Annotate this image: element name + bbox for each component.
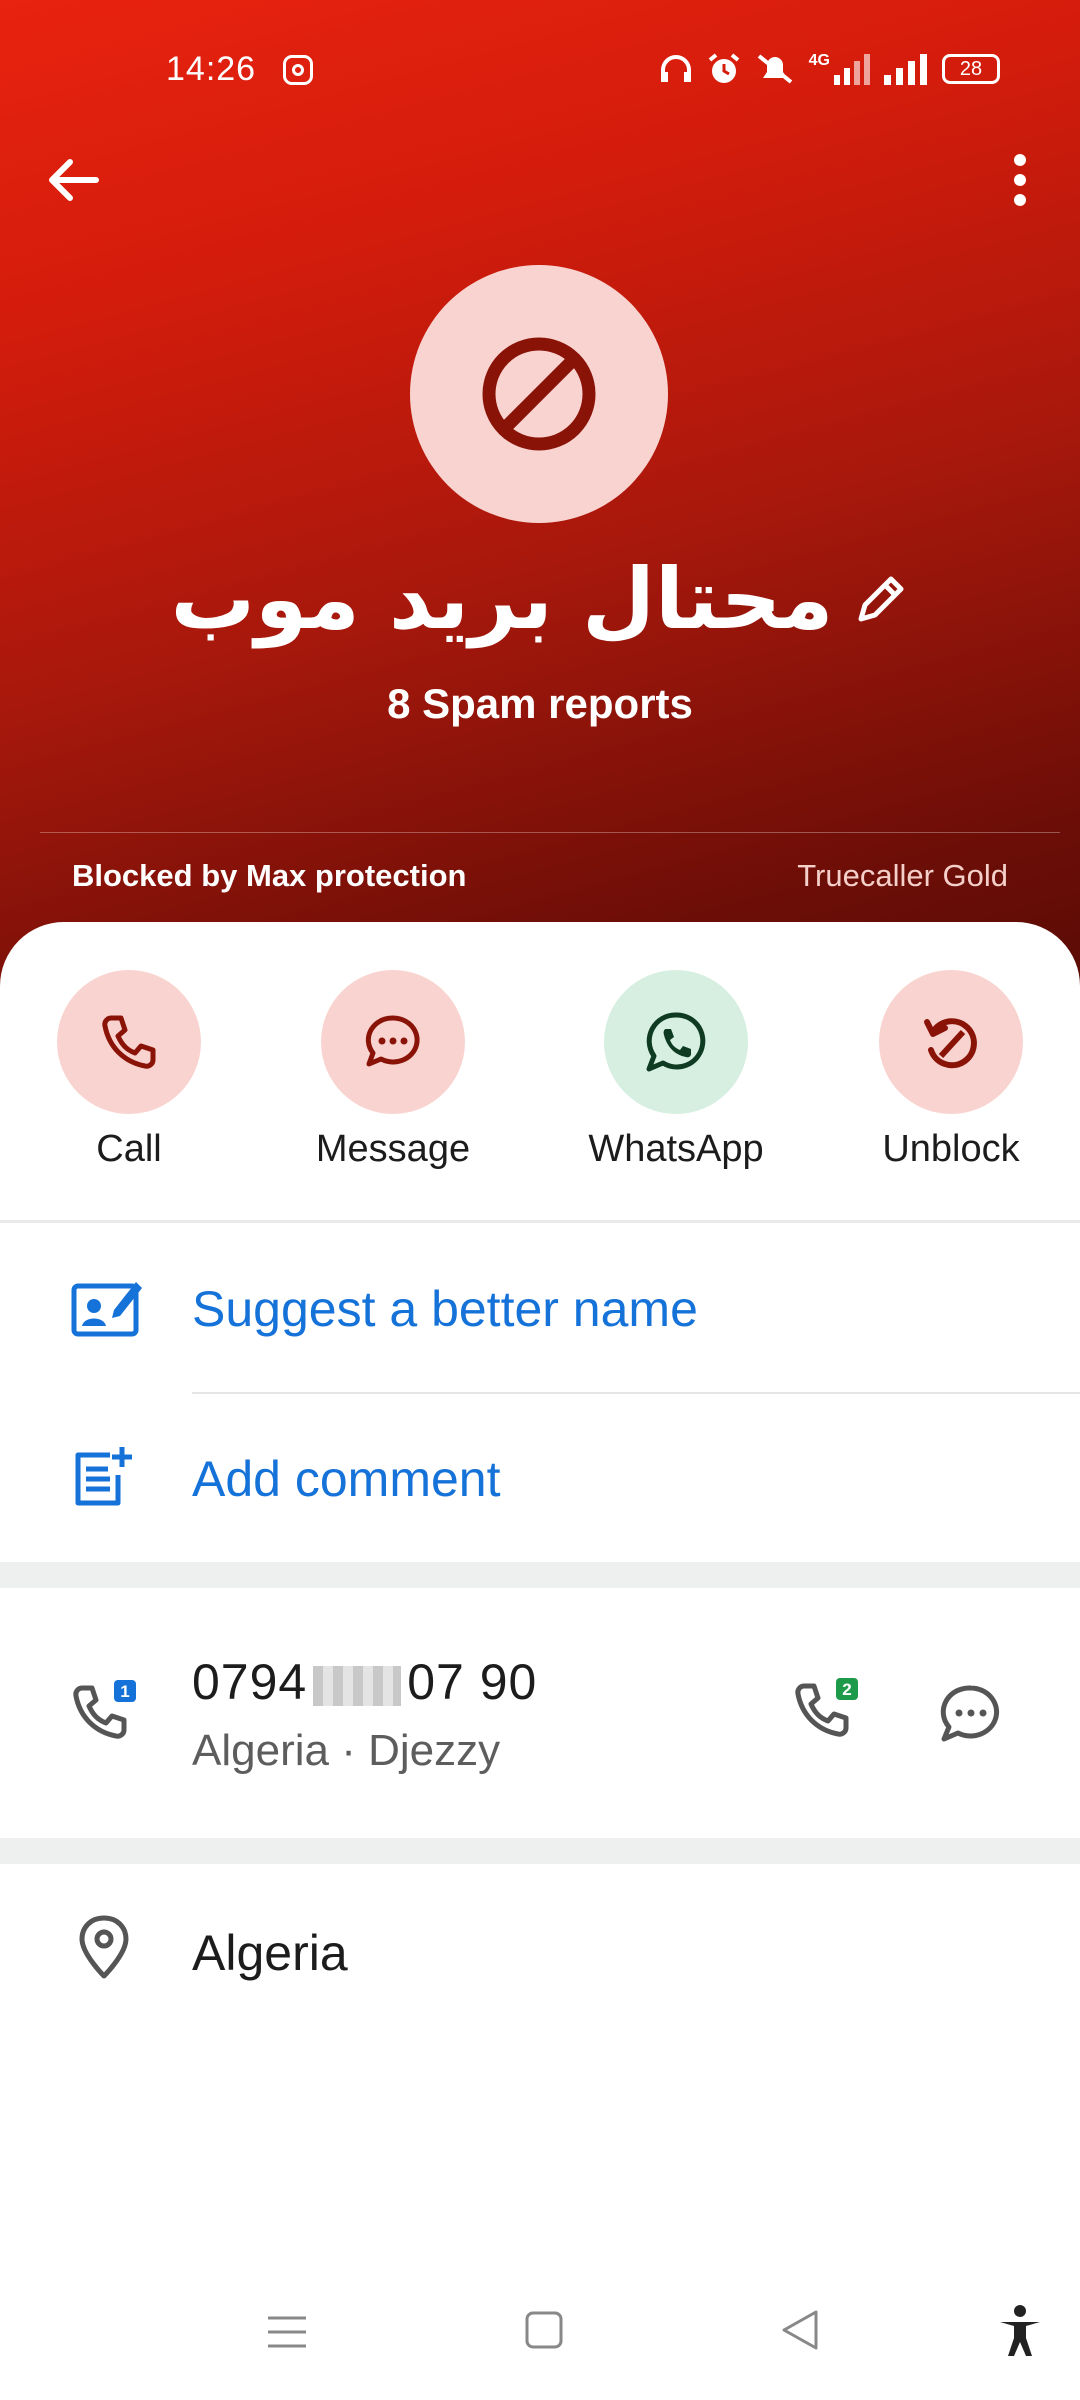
whatsapp-icon: [646, 1012, 706, 1072]
whatsapp-circle[interactable]: [604, 970, 748, 1114]
spam-reports-count: 8 Spam reports: [387, 680, 693, 727]
network-type-label: 4G: [808, 52, 830, 69]
carrier-info: Algeria · Djezzy: [192, 1726, 501, 1775]
location-text: Algeria: [192, 1925, 348, 1981]
message-label: Message: [315, 1128, 471, 1170]
message-button[interactable]: Message: [293, 970, 493, 1171]
signal-icon-sim1: [834, 54, 870, 85]
id-card-edit-icon: [71, 1282, 142, 1337]
sim2-call-icon[interactable]: 2: [792, 1676, 862, 1746]
headphones-icon: [660, 55, 691, 82]
home-icon[interactable]: [524, 2310, 564, 2350]
unblock-circle[interactable]: [879, 970, 1023, 1114]
contact-name-row: محتال بريد موب: [0, 550, 1080, 648]
message-circle[interactable]: [321, 970, 465, 1114]
accessibility-icon[interactable]: [996, 2304, 1044, 2358]
section-band: [0, 1838, 1080, 1864]
add-comment-icon: [75, 1447, 132, 1506]
phone-icon: [102, 1015, 156, 1069]
redacted-digits: [313, 1665, 402, 1706]
unblock-icon: [924, 1018, 977, 1069]
status-time: 14:26: [166, 50, 257, 88]
sim2-badge: 2: [842, 1680, 851, 1699]
signal-icon-sim2: [884, 54, 927, 85]
instagram-notification-icon: [283, 55, 313, 85]
location-row: Algeria: [0, 1864, 1080, 2044]
action-buttons: Call Message WhatsApp Unblock: [0, 970, 1080, 1230]
row-divider: [192, 1392, 1080, 1394]
message-icon: [365, 1015, 420, 1067]
sim1-call-icon[interactable]: 1: [70, 1678, 140, 1748]
add-comment-link[interactable]: Add comment: [192, 1450, 500, 1508]
whatsapp-label: WhatsApp: [588, 1128, 764, 1170]
back-arrow-icon[interactable]: [44, 150, 104, 210]
contact-name: محتال بريد موب: [170, 550, 834, 648]
status-icons: 4G 28: [659, 52, 1000, 86]
truecaller-gold-badge: Truecaller Gold: [797, 858, 1008, 893]
system-nav-bar: [0, 2290, 1080, 2380]
phone-prefix: 0794: [192, 1654, 308, 1710]
back-nav-icon[interactable]: [780, 2308, 820, 2352]
menu-icon[interactable]: [266, 2312, 308, 2352]
header-divider: [40, 832, 1060, 833]
unblock-label: Unblock: [882, 1128, 1020, 1170]
blocked-status: Blocked by Max protection: [72, 858, 467, 893]
blocked-avatar: [410, 265, 668, 523]
unblock-button[interactable]: Unblock: [851, 970, 1051, 1171]
call-label: Call: [96, 1128, 162, 1170]
edit-pencil-icon[interactable]: [853, 571, 909, 627]
section-band: [0, 1562, 1080, 1588]
block-icon: [482, 337, 596, 451]
section-divider: [0, 1220, 1080, 1223]
battery-indicator: 28: [942, 54, 1000, 84]
suggest-name-row[interactable]: Suggest a better name: [0, 1240, 1080, 1390]
phone-number-row[interactable]: 1 0794 07 90 Algeria · Djezzy 2: [0, 1588, 1080, 1838]
add-comment-row[interactable]: Add comment: [0, 1395, 1080, 1560]
more-options-icon[interactable]: [1000, 150, 1040, 210]
phone-suffix: 07 90: [407, 1654, 538, 1710]
status-bar: 14:26 4G 28: [0, 0, 1080, 140]
phone-number: 0794 07 90: [192, 1653, 537, 1711]
location-pin-icon: [79, 1915, 129, 1979]
call-circle[interactable]: [57, 970, 201, 1114]
alarm-icon: [708, 53, 739, 83]
call-button[interactable]: Call: [29, 970, 229, 1171]
sim1-badge: 1: [120, 1682, 129, 1701]
whatsapp-button[interactable]: WhatsApp: [576, 970, 776, 1171]
sms-icon[interactable]: [938, 1682, 1004, 1748]
suggest-name-link[interactable]: Suggest a better name: [192, 1280, 698, 1338]
mute-icon: [757, 54, 792, 84]
